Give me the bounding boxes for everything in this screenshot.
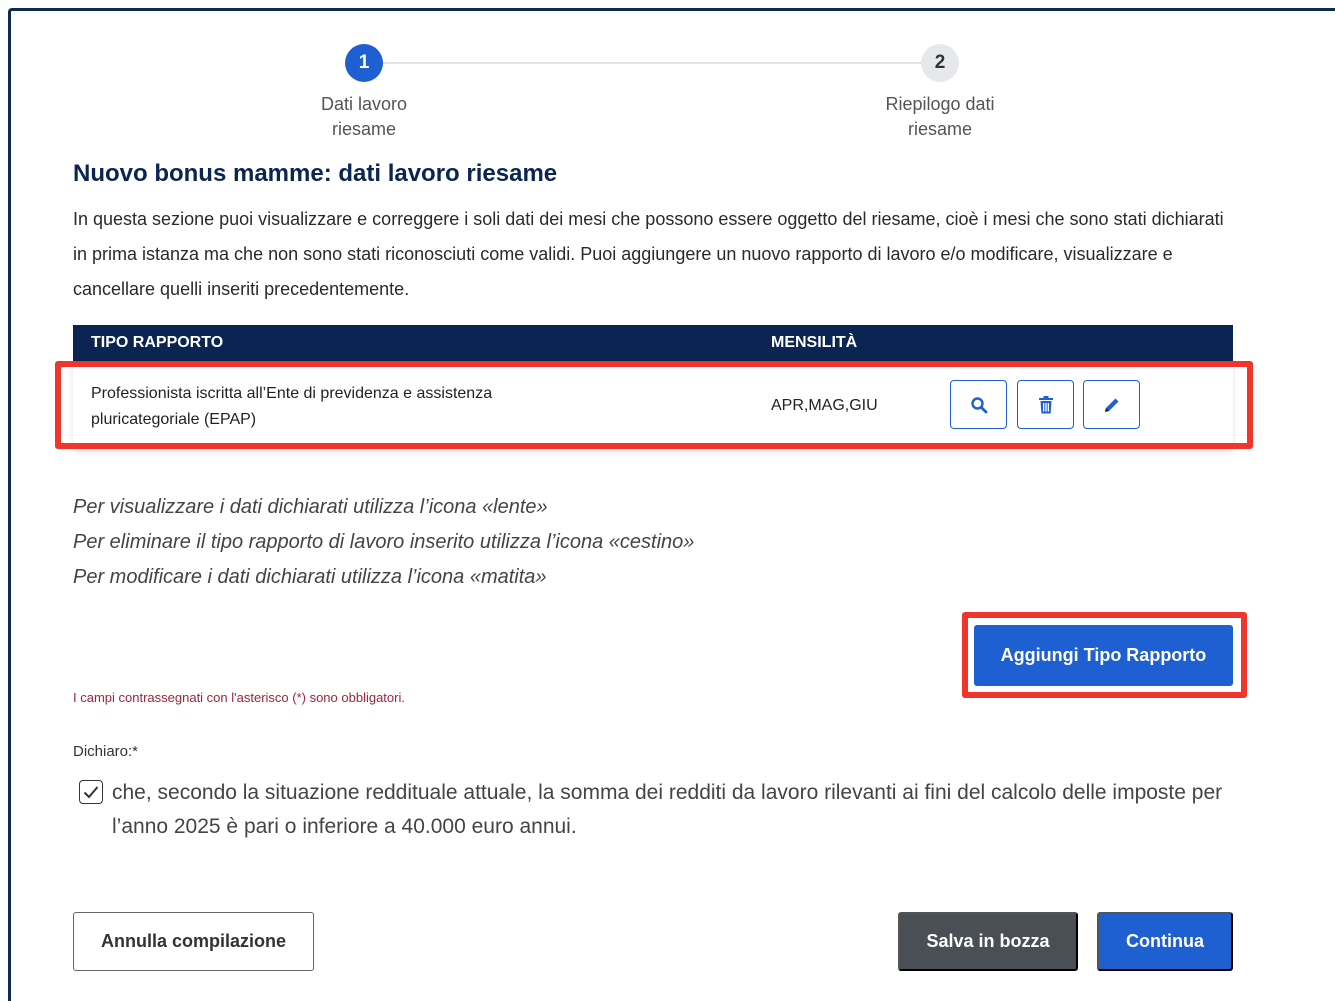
work-relations-table: TIPO RAPPORTO MENSILITÀ Professionista i… xyxy=(73,325,1233,449)
page-title: Nuovo bonus mamme: dati lavoro riesame xyxy=(73,160,558,187)
pencil-icon xyxy=(1104,398,1118,412)
step-1-label: Dati lavoro riesame xyxy=(320,94,408,139)
search-icon xyxy=(970,396,987,413)
continue-button[interactable]: Continua xyxy=(1097,912,1233,971)
delete-button[interactable] xyxy=(1017,380,1074,429)
step-2-label: Riepilogo dati riesame xyxy=(885,94,995,139)
view-button[interactable] xyxy=(950,380,1007,429)
stepper-line xyxy=(383,62,923,64)
step-2-indicator: 2 xyxy=(921,44,959,82)
add-tipo-rapporto-button[interactable]: Aggiungi Tipo Rapporto xyxy=(974,625,1233,686)
hints: Per visualizzare i dati dichiarati utili… xyxy=(73,490,694,595)
declaration-checkbox[interactable] xyxy=(79,780,103,804)
intro-text: In questa sezione puoi visualizzare e co… xyxy=(73,209,1224,299)
save-draft-button[interactable]: Salva in bozza xyxy=(898,912,1078,971)
declaration-label: Dichiaro:* xyxy=(73,743,139,760)
trash-icon xyxy=(1038,395,1053,413)
header-tipo-rapporto: TIPO RAPPORTO xyxy=(91,334,224,351)
cell-mensilita: APR,MAG,GIU xyxy=(771,397,878,414)
mandatory-note: I campi contrassegnati con l'asterisco (… xyxy=(73,690,405,705)
header-mensilita: MENSILITÀ xyxy=(771,334,858,351)
declaration-text: che, secondo la situazione reddituale at… xyxy=(112,781,1223,838)
checkmark-icon xyxy=(83,786,99,799)
cancel-button[interactable]: Annulla compilazione xyxy=(73,912,314,971)
step-1-indicator: 1 xyxy=(345,44,383,82)
table-row: Professionista iscritta all’Ente di prev… xyxy=(73,361,1233,449)
hint-delete: Per eliminare il tipo rapporto di lavoro… xyxy=(73,531,695,553)
cell-tipo-rapporto: Professionista iscritta all’Ente di prev… xyxy=(91,385,493,428)
hint-edit: Per modificare i dati dichiarati utilizz… xyxy=(73,566,547,588)
hint-view: Per visualizzare i dati dichiarati utili… xyxy=(73,496,548,518)
edit-button[interactable] xyxy=(1083,380,1140,429)
stepper: 1 Dati lavoro riesame 2 Riepilogo dati r… xyxy=(0,0,1335,150)
table-header: TIPO RAPPORTO MENSILITÀ xyxy=(73,325,1233,361)
